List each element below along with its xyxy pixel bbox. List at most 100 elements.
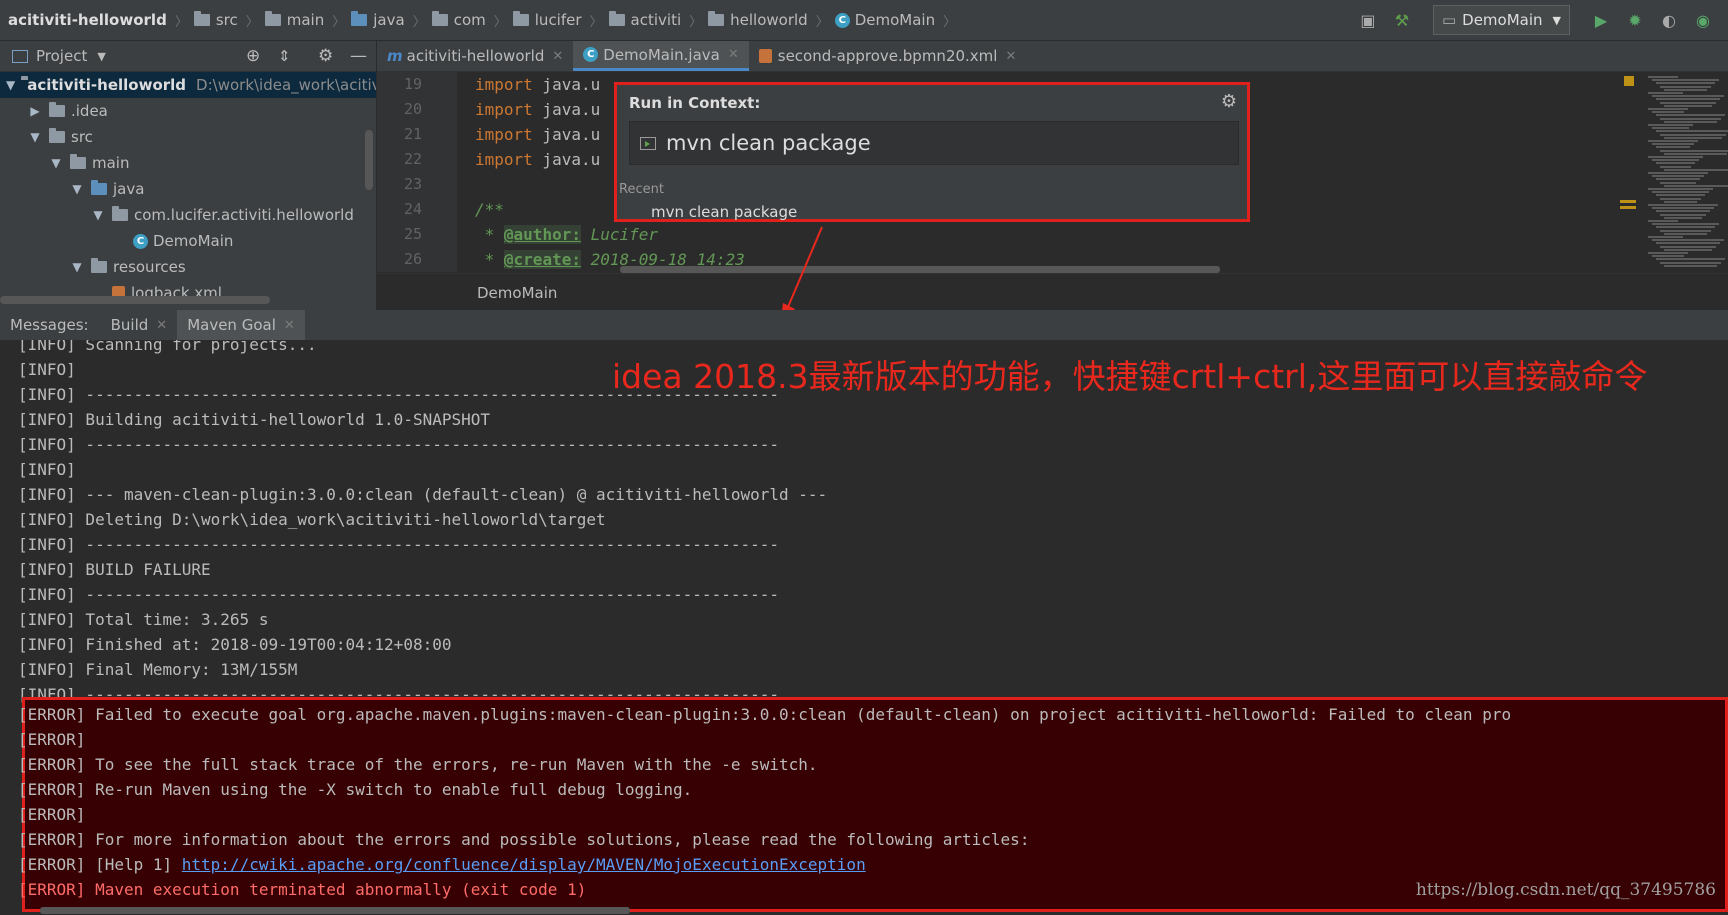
- keyword: import: [475, 75, 533, 94]
- tree-item[interactable]: ▼ resources: [0, 254, 376, 280]
- minimap-line: [1656, 114, 1725, 117]
- minimap-line: [1656, 82, 1715, 85]
- editor-tab[interactable]: second-approve.bpmn20.xml ✕: [749, 41, 1027, 71]
- line-number: 23: [403, 175, 422, 193]
- editor-tab[interactable]: m acitiviti-helloworld ✕: [377, 41, 573, 71]
- profiler-icon[interactable]: ◉: [1692, 9, 1714, 31]
- editor-horizontal-scrollbar[interactable]: [620, 266, 1220, 273]
- minimap-line: [1652, 143, 1694, 146]
- warning-stripe[interactable]: [1620, 206, 1636, 209]
- warning-marker[interactable]: [1624, 76, 1634, 86]
- console-line: [INFO] ---------------------------------…: [18, 535, 779, 554]
- expand-arrow-icon[interactable]: ▼: [69, 182, 85, 196]
- breadcrumb-item[interactable]: acitiviti-helloworld: [0, 11, 173, 29]
- tab-label: Build: [110, 316, 149, 334]
- close-icon[interactable]: ✕: [156, 318, 167, 333]
- coverage-icon[interactable]: ◐: [1658, 9, 1680, 31]
- minimap-line: [1648, 156, 1703, 158]
- console-line: [INFO] Final Memory: 13M/155M: [18, 660, 298, 679]
- recent-item[interactable]: mvn clean package: [651, 203, 797, 221]
- tree-item[interactable]: ▼ acitiviti-helloworld D:\work\idea_work\a…: [0, 72, 376, 98]
- command-input-box[interactable]: [629, 121, 1239, 165]
- minimap-line: [1660, 197, 1701, 200]
- editor-status-label[interactable]: DemoMain: [477, 284, 557, 302]
- minimap-line: [1660, 133, 1726, 136]
- editor-breadcrumb-bar: DemoMain: [377, 273, 1728, 310]
- code-minimap[interactable]: [1620, 72, 1728, 272]
- run-anything-popup: Run in Context: ⚙ Recent mvn clean packa…: [614, 82, 1250, 222]
- project-horizontal-scrollbar[interactable]: [0, 296, 270, 304]
- minimap-line: [1660, 229, 1711, 232]
- editor-tab[interactable]: C DemoMain.java ✕: [573, 41, 749, 71]
- folder-icon: [91, 258, 107, 273]
- minimap-line: [1664, 136, 1722, 139]
- editor-tabs: m acitiviti-helloworld ✕ C DemoMain.java ✕ sec…: [377, 41, 1728, 72]
- close-icon[interactable]: ✕: [284, 318, 295, 333]
- expand-arrow-icon[interactable]: ▼: [6, 78, 15, 92]
- tree-item[interactable]: ▶ .idea: [0, 98, 376, 124]
- collapse-all-icon[interactable]: ⇕: [278, 47, 291, 65]
- layout-icon[interactable]: ▣: [1357, 9, 1379, 31]
- tree-item[interactable]: ▼ java: [0, 176, 376, 202]
- code-text: java.u: [532, 100, 601, 119]
- minimap-line: [1664, 200, 1697, 203]
- minimap-line: [1660, 149, 1728, 152]
- tab-maven-goal[interactable]: Maven Goal ✕: [177, 310, 305, 340]
- minimize-icon[interactable]: —: [350, 46, 367, 66]
- chevron-right-icon: 〉: [245, 14, 259, 30]
- breadcrumb-label: helloworld: [730, 11, 808, 29]
- error-final-line: [ERROR] Maven execution terminated abnor…: [18, 880, 587, 899]
- warning-stripe[interactable]: [1620, 200, 1636, 203]
- project-panel-title[interactable]: Project: [36, 47, 87, 65]
- breadcrumb-item[interactable]: com: [428, 11, 492, 29]
- minimap-line: [1648, 236, 1683, 238]
- command-input[interactable]: [664, 130, 1228, 156]
- minimap-line: [1648, 76, 1678, 78]
- run-config-label: DemoMain: [1462, 11, 1543, 29]
- expand-arrow-icon[interactable]: ▼: [90, 208, 106, 222]
- doc-tag: @create:: [503, 250, 581, 269]
- error-help-prefix: [ERROR] [Help 1]: [18, 855, 182, 874]
- minimap-line: [1656, 98, 1720, 101]
- locate-icon[interactable]: ⊕: [246, 46, 260, 66]
- run-icon[interactable]: ▶: [1590, 9, 1612, 31]
- breadcrumb-item[interactable]: activiti: [605, 11, 688, 29]
- line-number: 25: [403, 225, 422, 243]
- tab-build[interactable]: Build ✕: [101, 310, 178, 340]
- chevron-right-icon: 〉: [493, 14, 507, 30]
- collapse-arrow-icon[interactable]: ▶: [27, 104, 43, 118]
- expand-arrow-icon[interactable]: ▼: [48, 156, 64, 170]
- minimap-line: [1660, 117, 1721, 120]
- code-text: java.u: [532, 125, 601, 144]
- tree-item[interactable]: ▼ src: [0, 124, 376, 150]
- build-hammer-icon[interactable]: ⚒: [1391, 9, 1413, 31]
- code-line[interactable]: * @author: Lucifer: [457, 222, 1637, 247]
- tree-item[interactable]: ▼ main: [0, 150, 376, 176]
- run-config-dropdown[interactable]: ▭ DemoMain ▼: [1432, 5, 1570, 35]
- close-icon[interactable]: ✕: [1005, 49, 1016, 64]
- help-link[interactable]: http://cwiki.apache.org/confluence/displ…: [182, 855, 866, 874]
- breadcrumb-label: src: [215, 11, 238, 29]
- project-vertical-scrollbar[interactable]: [365, 130, 373, 190]
- close-icon[interactable]: ✕: [728, 47, 739, 62]
- breadcrumb-item[interactable]: src: [190, 11, 244, 29]
- tree-item[interactable]: C DemoMain: [0, 228, 376, 254]
- minimap-line: [1656, 258, 1725, 261]
- close-icon[interactable]: ✕: [552, 49, 563, 64]
- debug-icon[interactable]: ✹: [1624, 9, 1646, 31]
- breadcrumb-item[interactable]: helloworld: [704, 11, 814, 29]
- expand-arrow-icon[interactable]: ▼: [69, 260, 85, 274]
- breadcrumb-item[interactable]: java: [347, 11, 410, 29]
- gear-icon[interactable]: ⚙: [318, 46, 333, 66]
- gear-icon[interactable]: ⚙: [1221, 91, 1237, 112]
- chevron-down-icon[interactable]: ▼: [97, 50, 105, 63]
- breadcrumb-item[interactable]: C DemoMain: [831, 11, 941, 29]
- breadcrumb-label: com: [453, 11, 486, 29]
- breadcrumb-item[interactable]: lucifer: [509, 11, 588, 29]
- expand-arrow-icon[interactable]: ▼: [27, 130, 43, 144]
- chevron-right-icon: 〉: [412, 14, 426, 30]
- tree-item[interactable]: ▼ com.lucifer.activiti.helloworld: [0, 202, 376, 228]
- console-horizontal-scrollbar[interactable]: [40, 907, 630, 914]
- breadcrumb-item[interactable]: main: [261, 11, 330, 29]
- minimap-line: [1656, 210, 1710, 213]
